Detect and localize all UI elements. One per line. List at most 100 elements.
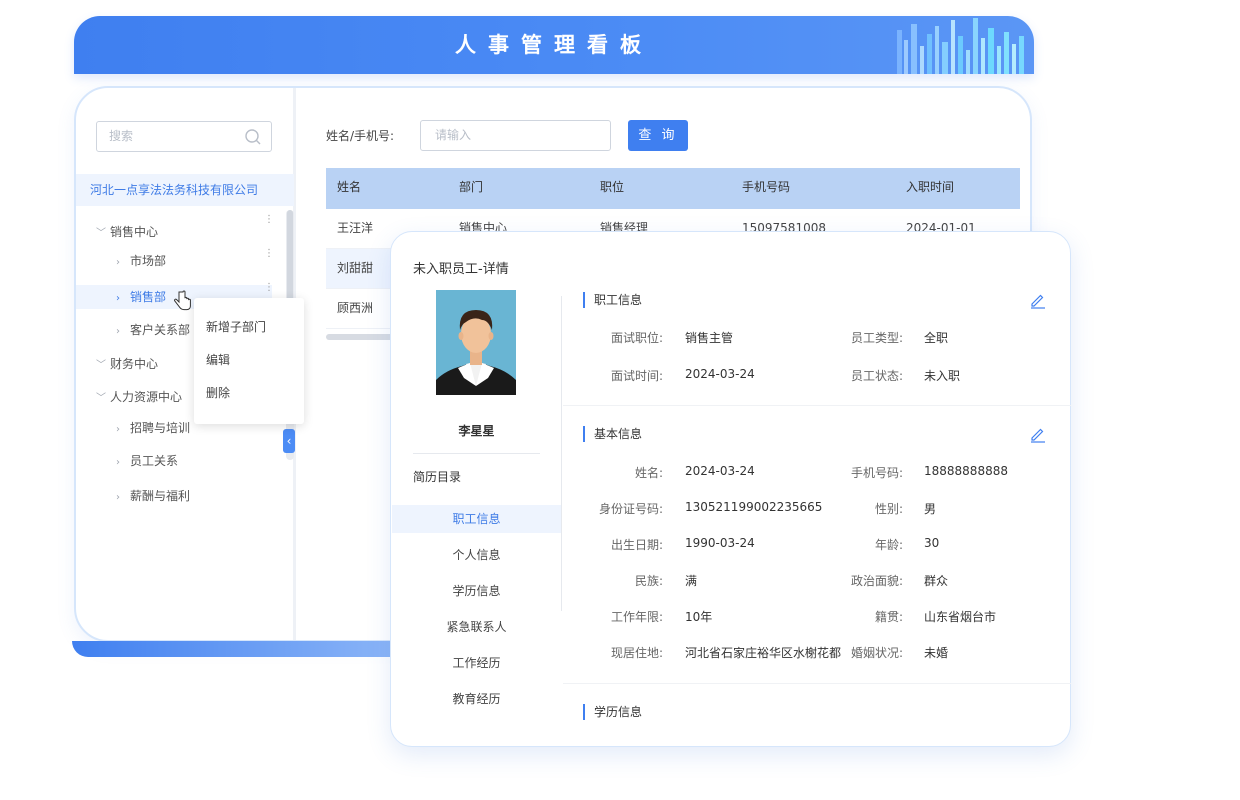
chevron-right-icon: › (116, 492, 120, 503)
header-banner: 人事管理看板 (74, 16, 1034, 74)
tree-label: 客户关系部 (130, 323, 191, 337)
tree-node-sales[interactable]: › 销售部 (116, 286, 166, 308)
tree-node-customer[interactable]: › 客户关系部 (116, 319, 190, 341)
field-value-id: 130521199002235665 (685, 500, 823, 514)
divider (413, 453, 540, 454)
edit-icon[interactable] (1029, 291, 1047, 309)
table-horizontal-scrollbar[interactable] (326, 334, 396, 340)
field-value-gender: 男 (924, 502, 937, 516)
field-label: 工作年限: (610, 610, 663, 624)
section-divider (563, 683, 1071, 684)
chevron-down-icon: ﹀ (96, 393, 106, 404)
tree-node-relations[interactable]: › 员工关系 (116, 450, 178, 472)
nav-work-experience[interactable]: 工作经历 (392, 649, 561, 677)
col-join-date: 入职时间 (906, 180, 955, 194)
field-value-birth: 1990-03-24 (685, 536, 755, 550)
tree-node-market[interactable]: › 市场部 (116, 250, 166, 272)
chevron-down-icon: ﹀ (96, 228, 106, 239)
field-label: 姓名: (634, 466, 663, 480)
company-node[interactable]: 河北一点享法法务科技有限公司 (76, 174, 294, 206)
employee-name: 李星星 (458, 424, 495, 438)
chevron-right-icon: › (116, 457, 120, 468)
collapse-sidebar-button[interactable]: ‹ (283, 429, 295, 453)
chevron-right-icon: › (116, 293, 120, 304)
employee-detail-card: 未入职员工-详情 李星星 简历目录 职工信息 个人信息 学历信息 紧急联系人 工… (390, 231, 1071, 747)
field-label: 性别: (874, 502, 903, 516)
nav-emergency-contact[interactable]: 紧急联系人 (392, 613, 561, 641)
query-label: 姓名/手机号: (326, 129, 395, 143)
search-placeholder: 搜索 (109, 129, 134, 143)
tree-node-salary[interactable]: › 薪酬与福利 (116, 485, 190, 507)
field-label: 出生日期: (610, 538, 663, 552)
field-label: 民族: (634, 574, 663, 588)
tree-label: 员工关系 (130, 454, 179, 468)
page-title: 人事管理看板 (455, 33, 653, 57)
resume-directory-title: 简历目录 (413, 470, 462, 484)
col-name: 姓名 (337, 180, 362, 194)
avatar (436, 290, 516, 395)
tree-label: 市场部 (130, 254, 167, 268)
chevron-right-icon: › (116, 326, 120, 337)
tree-node-recruit[interactable]: › 招聘与培训 (116, 417, 190, 439)
tree-node-hr-center[interactable]: ﹀ 人力资源中心 (96, 386, 182, 408)
field-label: 身份证号码: (598, 502, 663, 516)
more-icon[interactable]: ⋮ (264, 215, 274, 228)
tree-node-finance[interactable]: ﹀ 财务中心 (96, 353, 158, 375)
department-context-menu: 新增子部门 编辑 删除 (194, 298, 304, 424)
field-label: 员工类型: (850, 331, 903, 345)
tree-label: 销售部 (130, 290, 167, 304)
menu-item-edit[interactable]: 编辑 (206, 351, 230, 368)
nav-job-info[interactable]: 职工信息 (392, 505, 561, 533)
section-title-basic: 基本信息 (583, 426, 642, 442)
col-phone: 手机号码 (742, 180, 791, 194)
nav-education-info[interactable]: 学历信息 (392, 577, 561, 605)
field-value-marital: 未婚 (924, 646, 949, 660)
col-dept: 部门 (459, 180, 484, 194)
field-label: 婚姻状况: (850, 646, 903, 660)
field-value-position: 销售主管 (685, 331, 734, 345)
tree-node-sales-center[interactable]: ﹀ 销售中心 (96, 221, 158, 243)
name-phone-input[interactable]: 请输入 (420, 120, 611, 151)
field-label: 员工状态: (850, 369, 903, 383)
field-label: 现居住地: (610, 646, 663, 660)
field-label: 面试职位: (610, 331, 663, 345)
tree-label: 财务中心 (110, 357, 159, 371)
field-value-phone: 18888888888 (924, 464, 1008, 478)
section-title-education: 学历信息 (583, 704, 642, 720)
card-title: 未入职员工-详情 (413, 262, 509, 277)
menu-item-delete[interactable]: 删除 (206, 384, 230, 401)
more-icon[interactable]: ⋮ (264, 283, 274, 296)
nav-education-experience[interactable]: 教育经历 (392, 685, 561, 713)
field-label: 政治面貌: (850, 574, 903, 588)
tree-label: 销售中心 (110, 225, 159, 239)
search-icon[interactable] (244, 128, 262, 146)
vertical-divider (561, 296, 562, 611)
field-label: 籍贯: (874, 610, 903, 624)
field-value-age: 30 (924, 536, 940, 550)
section-title-job: 职工信息 (583, 292, 642, 308)
field-label: 手机号码: (850, 466, 903, 480)
chevron-right-icon: › (116, 257, 120, 268)
cell-name: 刘甜甜 (337, 261, 374, 275)
skyline-decoration-icon (897, 18, 1024, 74)
cell-name: 王汪洋 (337, 221, 374, 235)
field-value-interview-time: 2024-03-24 (685, 367, 755, 381)
edit-icon[interactable] (1029, 425, 1047, 443)
field-value-political: 群众 (924, 574, 949, 588)
person-avatar-icon (436, 290, 516, 395)
tree-label: 招聘与培训 (130, 421, 191, 435)
nav-personal-info[interactable]: 个人信息 (392, 541, 561, 569)
panel-accent-bar (72, 641, 402, 657)
hand-cursor-icon (174, 290, 191, 311)
query-button[interactable]: 查 询 (628, 120, 688, 151)
tree-label: 薪酬与福利 (130, 489, 191, 503)
chevron-right-icon: › (116, 424, 120, 435)
department-search-input[interactable]: 搜索 (96, 121, 272, 152)
menu-item-add-sub-department[interactable]: 新增子部门 (206, 318, 266, 335)
field-value-native-place: 山东省烟台市 (924, 610, 997, 624)
more-icon[interactable]: ⋮ (264, 249, 274, 262)
field-label: 面试时间: (610, 369, 663, 383)
field-value-name: 2024-03-24 (685, 464, 755, 478)
field-value-work-years: 10年 (685, 610, 713, 624)
tree-label: 人力资源中心 (110, 390, 183, 404)
